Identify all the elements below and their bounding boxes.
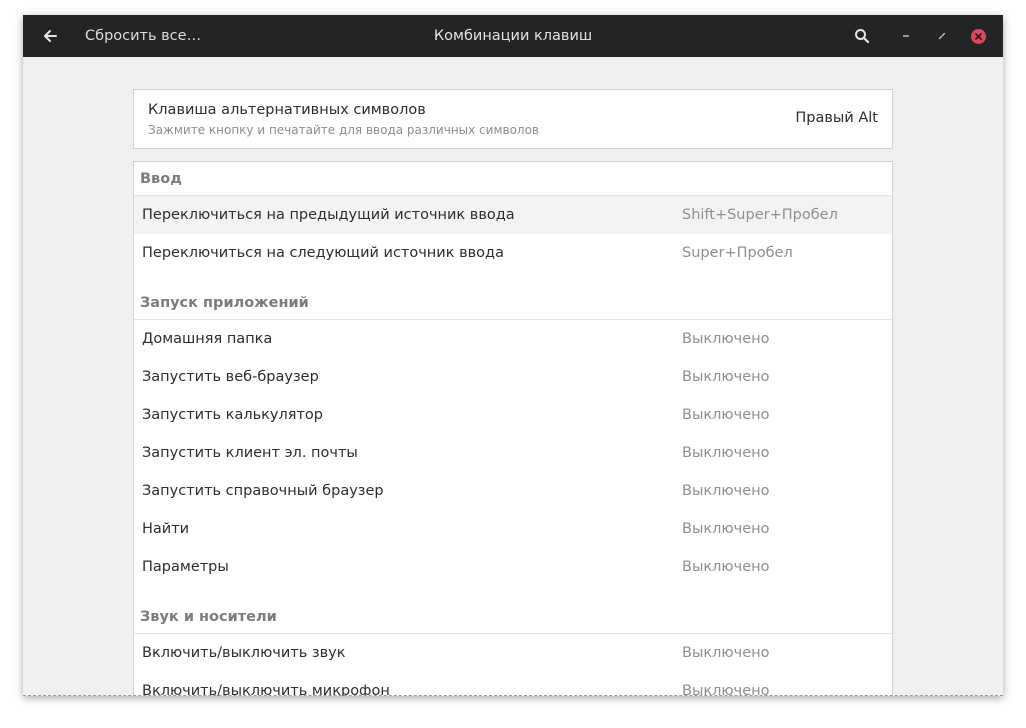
shortcut-row[interactable]: Запустить справочный браузер Выключено — [134, 472, 892, 510]
shortcut-accel: Выключено — [682, 559, 770, 575]
shortcut-row[interactable]: Запустить калькулятор Выключено — [134, 396, 892, 434]
alternate-chars-key-subtitle: Зажмите кнопку и печатайте для ввода раз… — [148, 123, 540, 137]
shortcut-name: Переключиться на следующий источник ввод… — [142, 245, 504, 261]
shortcut-name: Включить/выключить звук — [142, 645, 346, 661]
shortcut-name: Переключиться на предыдущий источник вво… — [142, 207, 515, 223]
shortcut-accel: Super+Пробел — [682, 245, 793, 261]
back-button[interactable] — [35, 15, 65, 57]
shortcut-row[interactable]: Переключиться на предыдущий источник вво… — [134, 196, 892, 234]
shortcut-name: Найти — [142, 521, 190, 537]
close-circle — [970, 28, 986, 44]
section-header: Ввод — [134, 162, 892, 196]
shortcut-name: Запустить справочный браузер — [142, 483, 384, 499]
minimize-button[interactable] — [893, 15, 919, 57]
titlebar: Сбросить все… Комбинации клавиш — [23, 15, 1003, 57]
maximize-button[interactable] — [929, 15, 955, 57]
window-bottom-edge — [23, 695, 1003, 696]
shortcut-accel: Выключено — [682, 369, 770, 385]
shortcut-row[interactable]: Запустить веб-браузер Выключено — [134, 358, 892, 396]
shortcut-row[interactable]: Включить/выключить микрофон Выключено — [134, 672, 892, 696]
search-icon — [855, 29, 870, 44]
shortcut-name: Домашняя папка — [142, 331, 273, 347]
search-button[interactable] — [847, 15, 877, 57]
reset-all-button[interactable]: Сбросить все… — [75, 15, 211, 57]
shortcut-row[interactable]: Переключиться на следующий источник ввод… — [134, 234, 892, 272]
shortcut-accel: Выключено — [682, 483, 770, 499]
content: Клавиша альтернативных символов Зажмите … — [23, 57, 1003, 696]
reset-all-label: Сбросить все… — [85, 28, 202, 44]
shortcut-accel: Выключено — [682, 683, 770, 696]
shortcut-accel: Выключено — [682, 407, 770, 423]
shortcut-row[interactable]: Включить/выключить звук Выключено — [134, 634, 892, 672]
shortcut-name: Запустить клиент эл. почты — [142, 445, 358, 461]
shortcut-row[interactable]: Домашняя папка Выключено — [134, 320, 892, 358]
section-header: Звук и носители — [134, 586, 892, 634]
section-header-label: Звук и носители — [140, 609, 277, 625]
shortcut-row[interactable]: Запустить клиент эл. почты Выключено — [134, 434, 892, 472]
section-header-label: Запуск приложений — [140, 295, 309, 311]
alternate-chars-key-value: Правый Alt — [795, 110, 878, 126]
section-header: Запуск приложений — [134, 272, 892, 320]
window: Сбросить все… Комбинации клавиш Клавиша … — [23, 15, 1003, 696]
shortcut-name: Параметры — [142, 559, 229, 575]
shortcut-accel: Выключено — [682, 521, 770, 537]
arrow-left-icon — [44, 30, 57, 42]
shortcut-name: Запустить веб-браузер — [142, 369, 319, 385]
shortcut-accel: Выключено — [682, 445, 770, 461]
alternate-chars-key-title: Клавиша альтернативных символов — [148, 102, 426, 118]
shortcut-accel: Shift+Super+Пробел — [682, 207, 838, 223]
shortcut-row[interactable]: Найти Выключено — [134, 510, 892, 548]
close-icon — [974, 32, 982, 40]
shortcut-accel: Выключено — [682, 331, 770, 347]
section-header-label: Ввод — [140, 171, 182, 187]
shortcut-name: Включить/выключить микрофон — [142, 683, 390, 696]
maximize-icon — [938, 32, 946, 40]
shortcut-accel: Выключено — [682, 645, 770, 661]
minimize-icon — [903, 35, 909, 37]
shortcut-name: Запустить калькулятор — [142, 407, 323, 423]
shortcut-list: Ввод Переключиться на предыдущий источни… — [133, 161, 893, 696]
shortcut-row[interactable]: Параметры Выключено — [134, 548, 892, 586]
close-button[interactable] — [965, 15, 991, 57]
alternate-chars-key-row[interactable]: Клавиша альтернативных символов Зажмите … — [133, 89, 893, 149]
